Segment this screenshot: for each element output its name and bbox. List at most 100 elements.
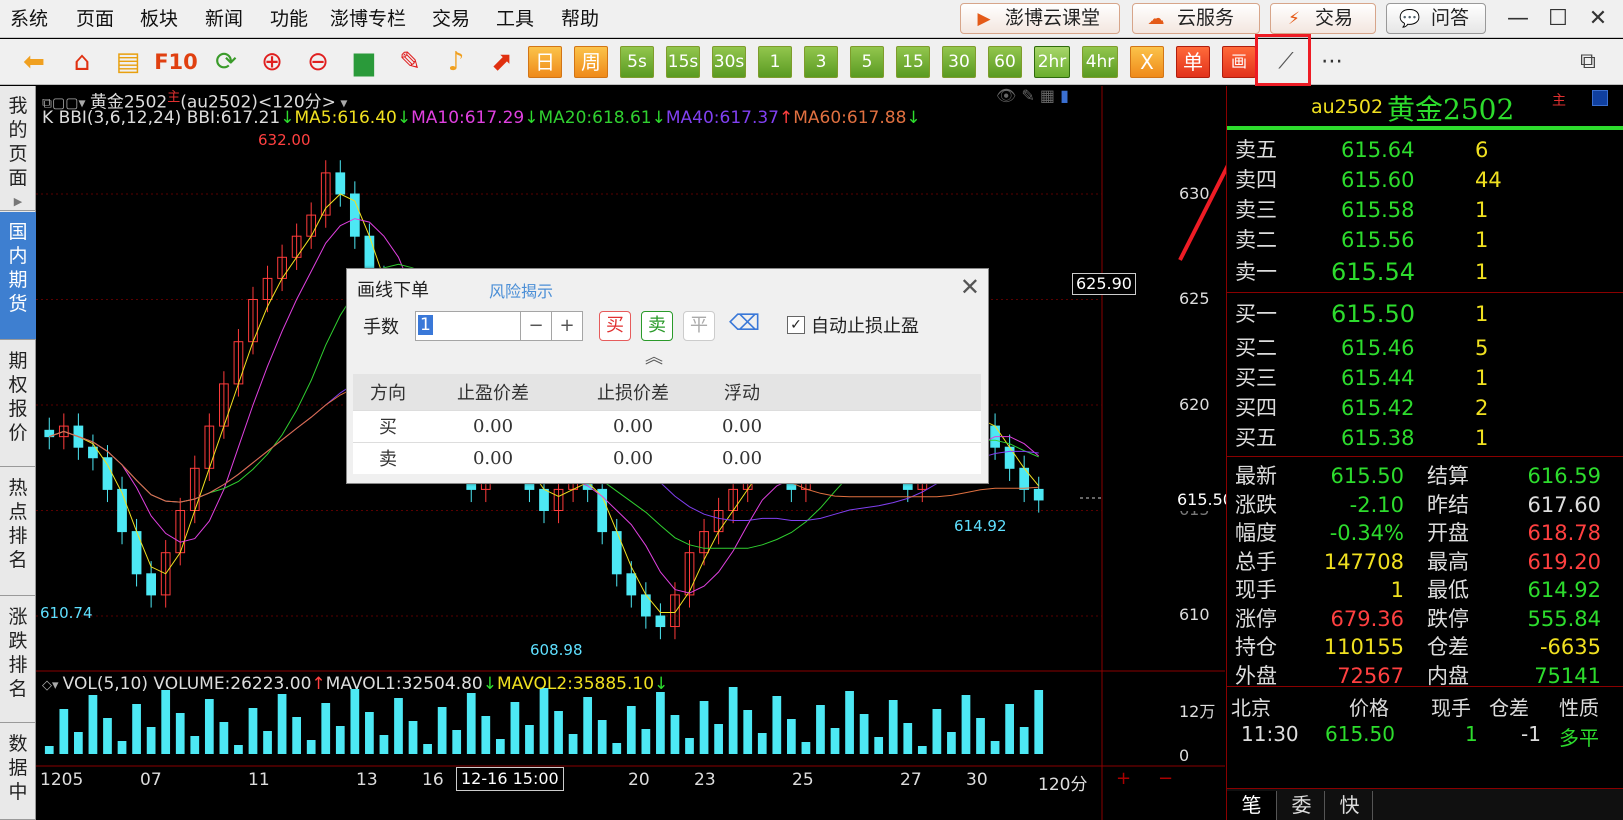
close-icon[interactable]: ✕	[1580, 4, 1616, 34]
zoom-plus-button[interactable]: +	[1116, 768, 1131, 789]
menu-column[interactable]: 澎博专栏	[330, 6, 406, 32]
tab-fast[interactable]: 快	[1327, 791, 1373, 820]
refresh-icon[interactable]: ⟳	[208, 45, 244, 79]
cloud-service-button[interactable]: ☁ 云服务	[1132, 3, 1260, 34]
menu-tools[interactable]: 工具	[496, 6, 534, 32]
home-icon[interactable]: ⌂	[64, 45, 100, 79]
bell-icon[interactable]: ♪	[438, 45, 474, 79]
risk-disclosure-link[interactable]: 风险揭示	[489, 278, 553, 302]
minimize-icon[interactable]: —	[1500, 4, 1536, 34]
period-1-button[interactable]: 1	[758, 46, 792, 78]
period-30-button[interactable]: 30	[942, 46, 976, 78]
ask-level-label: 卖五	[1235, 138, 1277, 162]
pen-icon[interactable]: ✎	[392, 45, 428, 79]
window-icon[interactable]: ▆	[346, 45, 382, 79]
period-15-button[interactable]: 15	[896, 46, 930, 78]
close-icon[interactable]: ✕	[960, 273, 980, 301]
period-4hr-button[interactable]: 4hr	[1082, 46, 1118, 78]
menu-news[interactable]: 新闻	[205, 6, 243, 32]
menu-trade[interactable]: 交易	[432, 6, 470, 32]
bid-price[interactable]: 615.42	[1341, 394, 1414, 422]
cloud-class-label: 澎博云课堂	[1005, 7, 1101, 29]
single-order-button[interactable]: 单	[1176, 46, 1210, 78]
trend-icon[interactable]: ⬈	[484, 45, 520, 79]
side-tab-domestic-futures[interactable]: 国内期货	[0, 212, 36, 340]
side-tab-change-ranking[interactable]: 涨跌排名	[0, 597, 36, 723]
volume-bar	[59, 709, 69, 754]
auto-stop-checkbox[interactable]: ✓	[787, 316, 805, 334]
menu-page[interactable]: 页面	[76, 6, 114, 32]
back-arrow-icon[interactable]: ⬅	[16, 45, 52, 79]
menu-help[interactable]: 帮助	[561, 6, 599, 32]
period-15s-button[interactable]: 15s	[666, 46, 700, 78]
zoom-minus-button[interactable]: −	[1158, 768, 1173, 789]
vol-axis-label: 12万	[1179, 702, 1216, 721]
tick-header-nature: 性质	[1559, 696, 1599, 720]
toolbar: ⬅ ⌂ ▤ F10 ⟳ ⊕ ⊖ ▆ ✎ ♪ ⬈ 日 周 5s 15s 30s 1…	[0, 39, 1623, 85]
ask-price[interactable]: 615.56	[1341, 226, 1414, 254]
cell-take-profit[interactable]: 0.00	[423, 441, 564, 474]
cloud-class-button[interactable]: ▶ 澎博云课堂	[960, 3, 1120, 34]
period-60-button[interactable]: 60	[988, 46, 1022, 78]
more-button[interactable]: ⋯	[1314, 45, 1350, 79]
side-tab-option-quotes[interactable]: 期权报价	[0, 341, 36, 467]
bid-price[interactable]: 615.50	[1331, 300, 1415, 328]
ask-price[interactable]: 615.64	[1341, 136, 1414, 164]
volume-bar	[452, 730, 462, 754]
week-period-button[interactable]: 周	[574, 46, 608, 78]
collapse-icon[interactable]: ︽	[645, 343, 663, 369]
cell-take-profit[interactable]: 0.00	[423, 409, 564, 442]
menu-function[interactable]: 功能	[270, 6, 308, 32]
table-row[interactable]: 买 0.00 0.00 0.00	[353, 409, 981, 442]
ask-price[interactable]: 615.58	[1341, 196, 1414, 224]
cell-stop-loss[interactable]: 0.00	[563, 441, 704, 474]
zoom-in-icon[interactable]: ⊕	[254, 45, 290, 79]
trade-button[interactable]: ⚡ 交易	[1270, 3, 1376, 34]
period-2hr-button[interactable]: 2hr	[1034, 46, 1070, 78]
ask-price[interactable]: 615.54	[1331, 258, 1415, 286]
f10-button[interactable]: F10	[154, 45, 198, 79]
x-button[interactable]: X	[1130, 46, 1164, 78]
zoom-out-icon[interactable]: ⊖	[300, 45, 336, 79]
lots-plus-button[interactable]: +	[551, 311, 583, 341]
lots-minus-button[interactable]: −	[520, 311, 552, 341]
draw-order-button[interactable]: 画	[1222, 46, 1256, 78]
bid-price[interactable]: 615.44	[1341, 364, 1414, 392]
maximize-icon[interactable]: ☐	[1540, 4, 1576, 34]
day-period-button[interactable]: 日	[528, 46, 562, 78]
side-tab-data-center[interactable]: 数据中	[0, 724, 36, 820]
notes-icon[interactable]: ▤	[110, 45, 146, 79]
side-tab-hot-ranking[interactable]: 热点排名	[0, 468, 36, 596]
eraser-icon[interactable]: ⌫	[729, 311, 760, 336]
period-30s-button[interactable]: 30s	[712, 46, 746, 78]
cell-stop-loss[interactable]: 0.00	[563, 409, 704, 442]
highlight-box	[1255, 34, 1311, 86]
menu-sector[interactable]: 板块	[140, 6, 178, 32]
volume-bar	[423, 744, 432, 754]
qa-button[interactable]: 💬 问答	[1386, 3, 1486, 34]
layout-icon[interactable]: ⧉	[1570, 45, 1606, 79]
bid-price[interactable]: 615.46	[1341, 334, 1414, 362]
period-5s-button[interactable]: 5s	[620, 46, 654, 78]
tab-orders[interactable]: 委	[1279, 791, 1325, 820]
expand-icon: ▶	[13, 195, 23, 208]
menu-system[interactable]: 系统	[10, 6, 48, 32]
tab-ticks[interactable]: 笔	[1227, 791, 1277, 820]
buy-button[interactable]: 买	[599, 311, 631, 341]
chart-tools-icons[interactable]: 👁 ✎ ▦ ▮	[996, 86, 1069, 105]
period-3-button[interactable]: 3	[804, 46, 838, 78]
panel-toggle-icon[interactable]	[1592, 90, 1608, 106]
trade-label: 交易	[1315, 7, 1354, 29]
ask-level-label: 卖三	[1235, 198, 1277, 222]
table-row[interactable]: 卖 0.00 0.00 0.00	[353, 441, 981, 474]
period-5-button[interactable]: 5	[850, 46, 884, 78]
period-indicator[interactable]: 120分	[1038, 770, 1087, 795]
ask-price[interactable]: 615.60	[1341, 166, 1414, 194]
sell-button[interactable]: 卖	[641, 311, 673, 341]
bid-price[interactable]: 615.38	[1341, 424, 1414, 452]
side-tab-my-pages[interactable]: 我的页面 ▶	[0, 86, 36, 211]
lots-input[interactable]: 1	[415, 311, 521, 341]
vol-controls-icon[interactable]: ◇▾	[42, 678, 63, 693]
volume-bar	[626, 706, 636, 754]
flat-button[interactable]: 平	[683, 311, 715, 341]
